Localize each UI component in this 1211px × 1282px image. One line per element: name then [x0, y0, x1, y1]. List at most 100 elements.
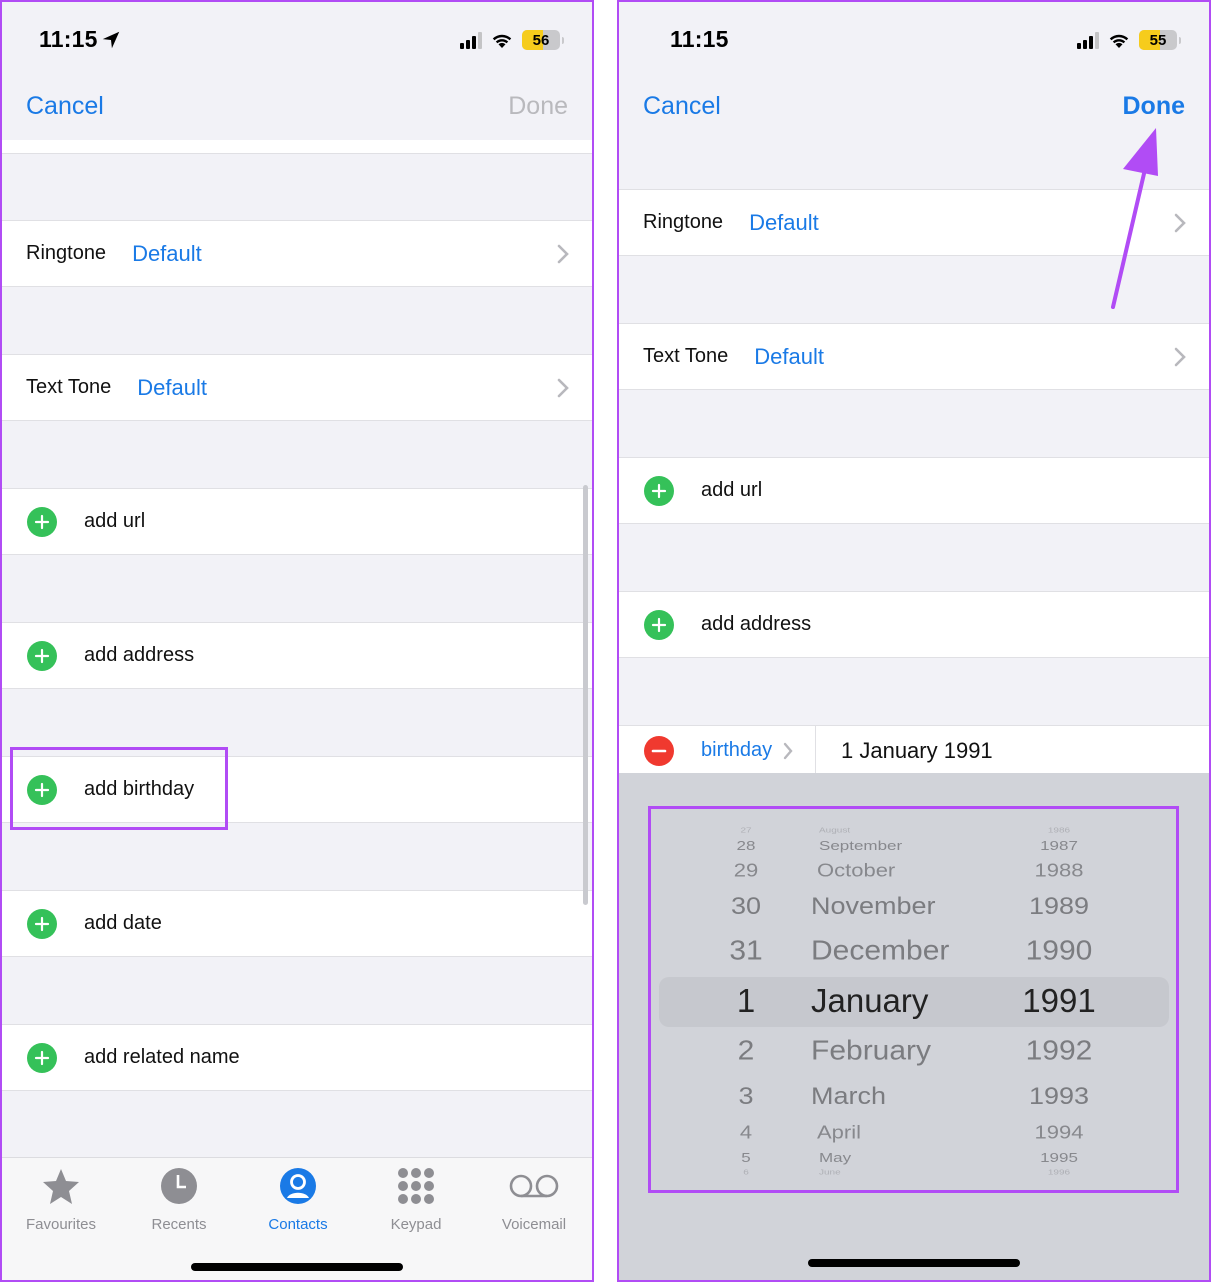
picker-day-item[interactable]: 3 — [738, 1083, 753, 1110]
cellular-signal-icon — [1077, 31, 1099, 49]
add-address-label: add address — [84, 644, 195, 666]
ringtone-value: Default — [749, 209, 819, 235]
home-indicator[interactable] — [808, 1259, 1020, 1267]
tab-favourites[interactable]: Favourites — [2, 1166, 120, 1233]
ringtone-value: Default — [132, 240, 202, 266]
chevron-right-icon — [1174, 213, 1186, 233]
add-icon[interactable] — [27, 1042, 57, 1073]
picker-month-item[interactable]: August — [819, 827, 850, 835]
ringtone-label: Ringtone — [26, 242, 107, 264]
picker-month-item[interactable]: March — [811, 1083, 886, 1110]
picker-month-item[interactable]: October — [817, 860, 895, 881]
ringtone-row[interactable]: Ringtone Default — [619, 189, 1209, 256]
picker-day-item[interactable]: 29 — [734, 860, 758, 881]
scrollbar[interactable] — [583, 485, 588, 905]
picker-year-item[interactable]: 1991 — [1022, 982, 1095, 1020]
picker-month-item[interactable]: February — [811, 1035, 931, 1067]
picker-month-item[interactable]: December — [811, 935, 949, 967]
picker-day-item[interactable]: 27 — [740, 827, 751, 835]
picker-year-item[interactable]: 1990 — [1026, 935, 1093, 967]
battery-icon: 55 — [1139, 30, 1177, 50]
cancel-button[interactable]: Cancel — [26, 92, 104, 121]
text-tone-row[interactable]: Text Tone Default — [2, 354, 592, 421]
picker-year-item[interactable]: 1987 — [1040, 838, 1078, 853]
picker-day-item[interactable]: 28 — [737, 838, 756, 853]
status-time: 11:15 — [39, 26, 98, 52]
birthday-row[interactable]: birthday 1 January 1991 — [619, 725, 1209, 775]
text-tone-label: Text Tone — [26, 376, 112, 398]
add-icon[interactable] — [27, 506, 57, 537]
chevron-right-icon — [1174, 347, 1186, 367]
add-url-row[interactable]: add url — [2, 488, 592, 555]
battery-percent: 55 — [1149, 31, 1167, 49]
tab-voicemail[interactable]: Voicemail — [475, 1166, 592, 1233]
picker-day-item[interactable]: 5 — [741, 1150, 750, 1165]
add-address-row[interactable]: add address — [619, 591, 1209, 658]
picker-day-item[interactable]: 6 — [743, 1169, 749, 1177]
tab-keypad[interactable]: Keypad — [357, 1166, 475, 1233]
picker-day-item[interactable]: 2 — [738, 1035, 755, 1067]
star-icon — [41, 1166, 81, 1206]
picker-day-item[interactable]: 1 — [737, 982, 755, 1020]
text-tone-label: Text Tone — [643, 345, 729, 367]
ringtone-row[interactable]: Ringtone Default — [2, 220, 592, 287]
chevron-right-icon — [557, 244, 569, 264]
picker-month-item[interactable]: June — [819, 1169, 841, 1177]
picker-year-item[interactable]: 1994 — [1035, 1122, 1084, 1143]
home-indicator[interactable] — [191, 1263, 403, 1271]
add-icon[interactable] — [644, 609, 674, 640]
wifi-icon — [491, 32, 513, 49]
done-button[interactable]: Done — [508, 92, 568, 121]
picker-year-item[interactable]: 1993 — [1029, 1083, 1089, 1110]
add-date-row[interactable]: add date — [2, 890, 592, 957]
birthday-value[interactable]: 1 January 1991 — [841, 738, 993, 764]
done-button[interactable]: Done — [1123, 92, 1186, 121]
text-tone-value: Default — [137, 374, 207, 400]
chevron-right-icon — [557, 378, 569, 398]
picker-month-item[interactable]: September — [819, 838, 902, 853]
nav-bar: Cancel Done — [2, 78, 592, 140]
status-bar: 11:15 55 — [619, 2, 1209, 78]
picker-year-item[interactable]: 1996 — [1048, 1169, 1070, 1177]
left-screen: 11:15 56 Cancel Done Ringtone Default Te… — [0, 0, 594, 1282]
wifi-icon — [1108, 32, 1130, 49]
battery-percent: 56 — [532, 31, 550, 49]
add-url-label: add url — [84, 510, 146, 532]
add-icon[interactable] — [27, 640, 57, 671]
picker-year-item[interactable]: 1988 — [1035, 860, 1084, 881]
add-address-row[interactable]: add address — [2, 622, 592, 689]
location-arrow-icon — [102, 31, 120, 49]
add-birthday-label: add birthday — [84, 778, 195, 800]
add-related-name-row[interactable]: add related name — [2, 1024, 592, 1091]
picker-year-item[interactable]: 1995 — [1040, 1150, 1078, 1165]
battery-icon: 56 — [522, 30, 560, 50]
picker-month-item[interactable]: November — [811, 893, 936, 920]
add-icon[interactable] — [27, 774, 57, 805]
tab-bar: Favourites Recents Contacts Keypad Voice… — [2, 1157, 592, 1280]
picker-year-item[interactable]: 1992 — [1026, 1035, 1093, 1067]
text-tone-value: Default — [754, 343, 824, 369]
picker-month-item[interactable]: May — [819, 1150, 851, 1165]
add-url-row[interactable]: add url — [619, 457, 1209, 524]
picker-day-item[interactable]: 30 — [731, 893, 761, 920]
add-address-label: add address — [701, 613, 812, 635]
picker-year-item[interactable]: 1989 — [1029, 893, 1089, 920]
remove-icon[interactable] — [644, 735, 674, 766]
add-birthday-row[interactable]: add birthday — [2, 756, 592, 823]
add-icon[interactable] — [644, 475, 674, 506]
picker-day-item[interactable]: 31 — [729, 935, 762, 967]
birthday-label[interactable]: birthday — [701, 739, 772, 762]
tab-recents[interactable]: Recents — [120, 1166, 238, 1233]
picker-month-item[interactable]: April — [817, 1122, 861, 1143]
picker-month-item[interactable]: January — [811, 982, 928, 1020]
keypad-icon — [397, 1166, 435, 1206]
cancel-button[interactable]: Cancel — [643, 92, 721, 121]
tab-contacts[interactable]: Contacts — [239, 1166, 357, 1233]
cellular-signal-icon — [460, 31, 482, 49]
field-divider — [815, 726, 816, 775]
picker-day-item[interactable]: 4 — [740, 1122, 752, 1143]
text-tone-row[interactable]: Text Tone Default — [619, 323, 1209, 390]
add-icon[interactable] — [27, 908, 57, 939]
date-picker[interactable]: 27 28 29 30 31 1 2 3 4 5 6 August September October No… — [619, 773, 1209, 1280]
picker-year-item[interactable]: 1986 — [1048, 827, 1070, 835]
